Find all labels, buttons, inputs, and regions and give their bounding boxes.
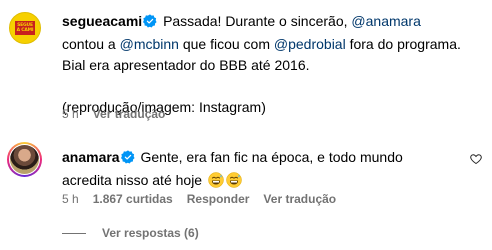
comment-time: 5 h: [62, 107, 79, 121]
comment-meta: 5 h Ver tradução: [62, 107, 179, 121]
comment-time: 5 h: [62, 192, 79, 206]
view-replies-button[interactable]: Ver respostas (6): [62, 226, 199, 240]
username-anamara[interactable]: anamara: [62, 149, 120, 165]
comment-body: anamara Gente, era fan fic na época, e t…: [62, 147, 452, 194]
comment-text: contou a: [62, 36, 120, 52]
avatar-segueacami[interactable]: SEGUE A CAMI: [9, 12, 41, 44]
segueacami-logo: SEGUE A CAMI: [15, 21, 35, 35]
username-segueacami[interactable]: segueacami: [62, 13, 142, 29]
like-heart-icon[interactable]: [470, 152, 482, 168]
reply-button[interactable]: Responder: [187, 192, 250, 206]
avatar-ring-gap: [9, 144, 40, 175]
mention-anamara[interactable]: @anamara: [351, 13, 420, 29]
comment-meta: 5 h 1.867 curtidas Responder Ver tradução: [62, 192, 350, 206]
comment-text: que ficou com: [178, 36, 274, 52]
comment-body: segueacami Passada! Durante o sincerão, …: [62, 11, 462, 118]
avatar-anamara[interactable]: [7, 142, 42, 177]
see-translation-link[interactable]: Ver tradução: [263, 192, 336, 206]
verified-badge-icon: [143, 13, 157, 34]
verified-badge-icon: [120, 149, 135, 170]
comment-text: Passada! Durante o sincerão,: [163, 13, 352, 29]
see-translation-link[interactable]: Ver tradução: [93, 107, 166, 121]
grinning-sweat-emoji: [208, 172, 224, 194]
grinning-sweat-emoji: [226, 172, 242, 194]
logo-line-2: A CAMI: [16, 28, 34, 33]
view-replies-label: Ver respostas (6): [102, 226, 199, 240]
likes-count[interactable]: 1.867 curtidas: [93, 192, 173, 206]
mention-pedrobial[interactable]: @pedrobial: [274, 36, 346, 52]
mention-mcbinn[interactable]: @mcbinn: [120, 36, 179, 52]
profile-photo: [10, 145, 39, 174]
replies-divider: [62, 232, 86, 234]
